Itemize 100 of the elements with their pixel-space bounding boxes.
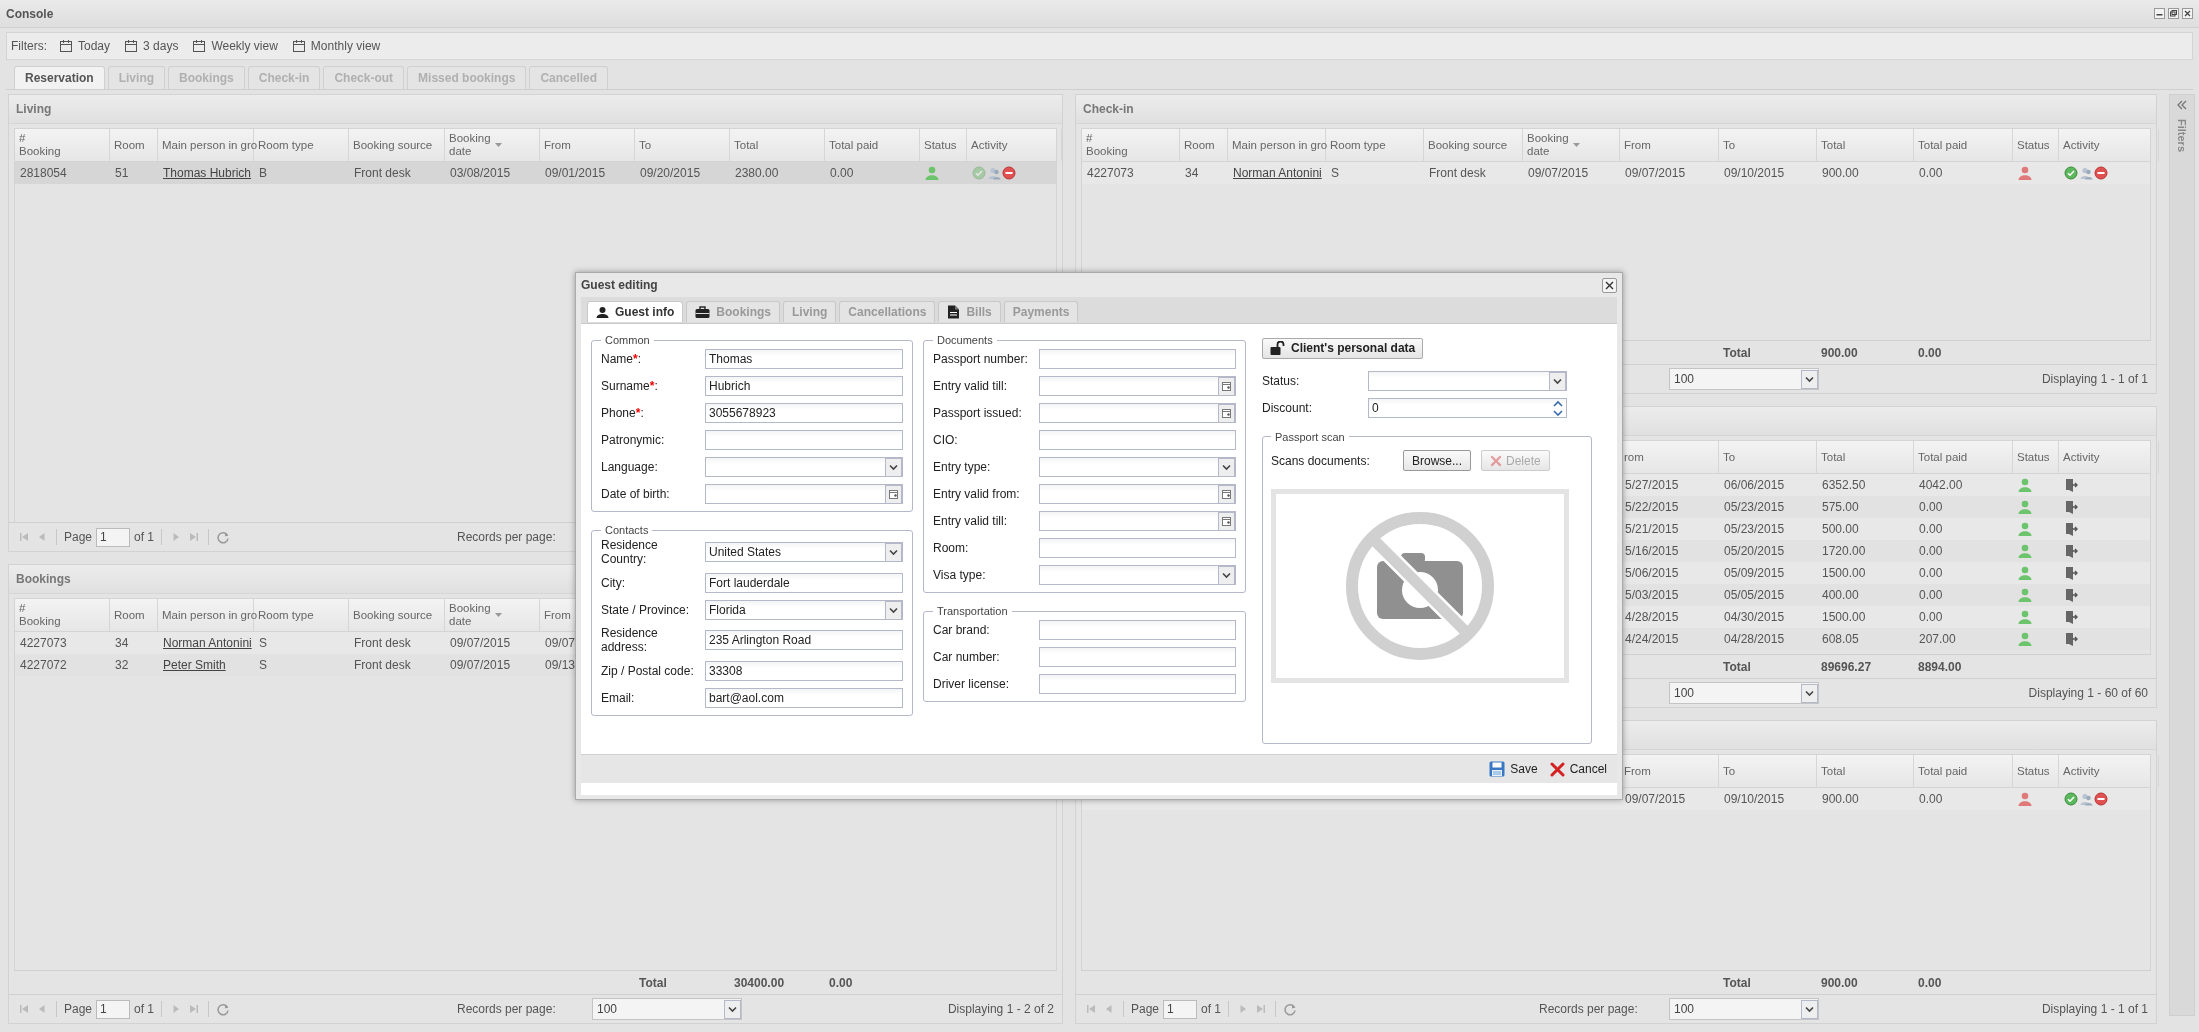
- column-header[interactable]: Total paid: [1914, 755, 2013, 787]
- column-header[interactable]: # Booking: [1082, 129, 1180, 161]
- check-circle-icon[interactable]: [2064, 792, 2078, 806]
- column-header[interactable]: Booking date: [445, 599, 540, 631]
- tab[interactable]: Guest info: [587, 301, 684, 322]
- restore-icon[interactable]: [2168, 8, 2179, 19]
- column-header[interactable]: Booking source: [349, 129, 445, 161]
- browse-button[interactable]: Browse...: [1403, 450, 1471, 472]
- combo-box[interactable]: United States: [705, 542, 903, 562]
- column-header[interactable]: Main person in gro: [1228, 129, 1326, 161]
- chevron-down-icon[interactable]: [1218, 457, 1235, 476]
- filter-button[interactable]: Monthly view: [289, 39, 383, 53]
- field-value[interactable]: United States: [706, 543, 885, 561]
- combo-value[interactable]: 100: [1670, 686, 1801, 700]
- column-header[interactable]: From: [1620, 129, 1719, 161]
- text-field[interactable]: bart@aol.com: [705, 687, 903, 708]
- column-header[interactable]: From: [540, 129, 635, 161]
- text-field[interactable]: [1039, 348, 1236, 369]
- text-field[interactable]: Fort lauderdale: [705, 572, 903, 593]
- column-header[interactable]: Total paid: [1914, 441, 2013, 473]
- door-exit-icon[interactable]: [2064, 522, 2078, 536]
- combo-value[interactable]: 100: [1670, 372, 1801, 386]
- column-header[interactable]: To: [1719, 129, 1817, 161]
- column-header[interactable]: Booking source: [349, 599, 445, 631]
- date-field[interactable]: [1039, 483, 1236, 504]
- refresh-icon[interactable]: [1283, 1002, 1298, 1016]
- guest-name-link[interactable]: Norman Antonini: [163, 636, 252, 650]
- filter-button[interactable]: Today: [57, 39, 113, 53]
- page-size-combo[interactable]: 100: [1669, 998, 1819, 1020]
- door-exit-icon[interactable]: [2064, 566, 2078, 580]
- first-page-icon[interactable]: [17, 1002, 31, 1016]
- text-field[interactable]: 3055678923: [705, 402, 903, 423]
- column-header[interactable]: To: [1719, 755, 1817, 787]
- text-field[interactable]: [1039, 646, 1236, 667]
- cancel-button[interactable]: Cancel: [1547, 761, 1609, 777]
- column-header[interactable]: Activity: [2059, 441, 2159, 473]
- column-header[interactable]: Booking source: [1424, 129, 1523, 161]
- double-chevron-left-icon[interactable]: [2176, 99, 2188, 111]
- combo-value[interactable]: 100: [593, 1002, 724, 1016]
- page-field[interactable]: 1: [96, 527, 131, 547]
- refresh-icon[interactable]: [216, 1002, 231, 1016]
- column-header[interactable]: Room type: [1326, 129, 1424, 161]
- text-field[interactable]: Thomas: [705, 348, 903, 369]
- column-header[interactable]: Total paid: [825, 129, 920, 161]
- date-field[interactable]: [1039, 375, 1236, 396]
- field-value[interactable]: Florida: [706, 600, 885, 619]
- column-header[interactable]: To: [1719, 441, 1817, 473]
- column-header[interactable]: Total: [1817, 441, 1914, 473]
- filter-button[interactable]: 3 days: [122, 39, 181, 53]
- tab[interactable]: Reservation: [14, 66, 105, 89]
- text-field[interactable]: [705, 429, 903, 450]
- text-field[interactable]: [1039, 673, 1236, 694]
- personal-data-button[interactable]: Client's personal data: [1262, 338, 1424, 359]
- minus-circle-icon[interactable]: [2094, 792, 2108, 806]
- door-exit-icon[interactable]: [2064, 544, 2078, 558]
- column-header[interactable]: Booking date: [1523, 129, 1620, 161]
- column-header[interactable]: Status: [2013, 441, 2059, 473]
- column-header[interactable]: Total: [1817, 129, 1914, 161]
- column-header[interactable]: Status: [920, 129, 967, 161]
- first-page-icon[interactable]: [17, 530, 31, 544]
- minimize-icon[interactable]: [2154, 8, 2165, 19]
- page-size-combo[interactable]: 100: [1669, 682, 1819, 704]
- chevron-down-icon[interactable]: [885, 600, 902, 619]
- door-exit-icon[interactable]: [2064, 478, 2078, 492]
- calendar-icon[interactable]: [1218, 484, 1235, 503]
- column-header[interactable]: To: [635, 129, 730, 161]
- column-header[interactable]: Total paid: [1914, 129, 2013, 161]
- door-exit-icon[interactable]: [2064, 632, 2078, 646]
- text-field[interactable]: 33308: [705, 660, 903, 681]
- save-button[interactable]: Save: [1487, 761, 1540, 777]
- calendar-icon[interactable]: [885, 484, 902, 503]
- column-header[interactable]: # Booking: [15, 599, 110, 631]
- text-field[interactable]: [1039, 537, 1236, 558]
- text-field[interactable]: [1039, 619, 1236, 640]
- chevron-down-icon[interactable]: [885, 543, 902, 561]
- column-header[interactable]: Activity: [2059, 755, 2159, 787]
- calendar-icon[interactable]: [1218, 376, 1235, 395]
- minus-circle-icon[interactable]: [2094, 166, 2108, 180]
- door-exit-icon[interactable]: [2064, 610, 2078, 624]
- guest-name-link[interactable]: Norman Antonini: [1233, 166, 1322, 180]
- table-row[interactable]: 2818054 51 Thomas Hubrich B Front desk 03/08/2015 09/01/2015 09/20/2015 2380.00 0.00: [15, 162, 1056, 184]
- text-field[interactable]: [1039, 429, 1236, 450]
- close-button[interactable]: [1602, 277, 1617, 293]
- filter-button[interactable]: Weekly view: [190, 39, 280, 53]
- door-exit-icon[interactable]: [2064, 500, 2078, 514]
- table-row[interactable]: 4227073 34 Norman Antonini S Front desk 09/07/2015 09/07/2015 09/10/2015 900.00 0.00: [1082, 162, 2150, 184]
- chevron-down-icon[interactable]: [1549, 372, 1566, 391]
- refresh-icon[interactable]: [216, 530, 231, 544]
- number-field[interactable]: 0: [1368, 398, 1567, 419]
- chevron-down-icon[interactable]: [885, 457, 902, 476]
- check-circle-icon[interactable]: [2064, 166, 2078, 180]
- chevron-down-icon[interactable]: [1218, 565, 1235, 584]
- date-field[interactable]: [1039, 510, 1236, 531]
- text-field[interactable]: 235 Arlington Road: [705, 630, 903, 650]
- date-field[interactable]: [1039, 402, 1236, 423]
- page-field[interactable]: 1: [96, 999, 131, 1019]
- column-header[interactable]: Total: [1817, 755, 1914, 787]
- column-header[interactable]: # Booking: [15, 129, 110, 161]
- close-icon[interactable]: [2182, 8, 2193, 19]
- column-header[interactable]: Room: [110, 599, 158, 631]
